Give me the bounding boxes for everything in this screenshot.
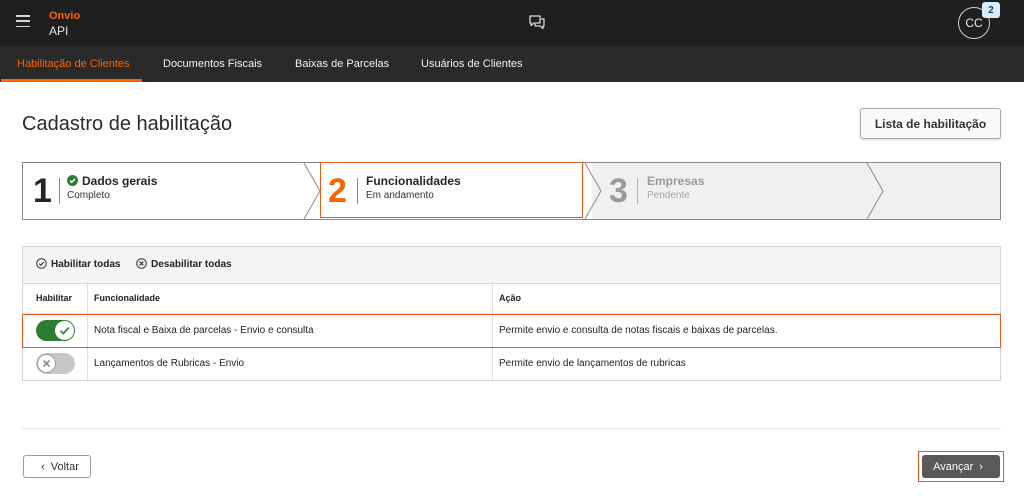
top-header: Onvio API CC 2	[0, 0, 1024, 46]
page-title: Cadastro de habilitação	[22, 113, 233, 135]
feature-toggle-off[interactable]	[36, 353, 75, 374]
tab-bar: Habilitação de Clientes Documentos Fisca…	[0, 46, 1024, 82]
enable-all-button[interactable]: Habilitar todas	[36, 258, 120, 270]
back-button[interactable]: ‹ Voltar	[23, 455, 91, 478]
check-circle-icon	[67, 175, 78, 186]
step-dados-gerais[interactable]: 1 Dados gerais Completo	[22, 162, 312, 220]
check-circle-outline-icon	[36, 258, 47, 269]
tab-baixas-parcelas[interactable]: Baixas de Parcelas	[295, 46, 389, 82]
x-circle-outline-icon	[136, 258, 147, 269]
step-title-text: Dados gerais	[82, 174, 158, 188]
step-status: Completo	[67, 190, 110, 201]
tab-usuarios-clientes[interactable]: Usuários de Clientes	[421, 46, 523, 82]
step-separator	[637, 178, 638, 204]
enable-all-label: Habilitar todas	[51, 259, 121, 270]
tab-documentos-fiscais[interactable]: Documentos Fiscais	[163, 46, 262, 82]
step-status: Pendente	[647, 190, 690, 201]
feature-action: Permite envio de lançamentos de rubricas	[499, 358, 686, 369]
list-enablement-button[interactable]: Lista de habilitação	[860, 108, 1001, 139]
chat-bubbles-icon[interactable]	[528, 13, 546, 31]
next-label: Avançar	[933, 460, 974, 473]
back-label: Voltar	[50, 460, 79, 473]
chevron-left-icon: ‹	[41, 460, 45, 473]
step-number: 1	[33, 172, 52, 210]
step-empresas[interactable]: 3 Empresas Pendente	[602, 162, 862, 220]
footer-divider	[22, 428, 1001, 429]
column-header-acao: Ação	[499, 293, 522, 303]
current-step-highlight	[320, 162, 583, 218]
menu-icon[interactable]	[16, 15, 30, 28]
step-title: Empresas	[647, 174, 705, 188]
brand[interactable]: Onvio API	[49, 11, 80, 39]
row-highlight	[22, 314, 1001, 348]
feature-name: Lançamentos de Rubricas - Envio	[94, 358, 245, 369]
disable-all-label: Desabilitar todas	[151, 259, 232, 270]
x-icon	[43, 360, 50, 367]
column-header-funcionalidade: Funcionalidade	[94, 293, 161, 303]
disable-all-button[interactable]: Desabilitar todas	[136, 258, 232, 270]
toggle-knob	[37, 354, 56, 373]
next-button[interactable]: Avançar ›	[922, 455, 1000, 478]
column-header-habilitar: Habilitar	[36, 293, 73, 303]
chevron-right-icon: ›	[979, 460, 983, 473]
step-title: Dados gerais	[67, 174, 157, 188]
table-toolbar: Habilitar todas Desabilitar todas	[23, 247, 1000, 284]
product-name: API	[49, 24, 69, 38]
tab-habilitacao-clientes[interactable]: Habilitação de Clientes	[1, 46, 141, 82]
step-number: 3	[609, 172, 628, 210]
step-separator	[59, 178, 60, 204]
brand-name: Onvio	[49, 10, 81, 22]
notification-badge[interactable]: 2	[982, 2, 1000, 18]
